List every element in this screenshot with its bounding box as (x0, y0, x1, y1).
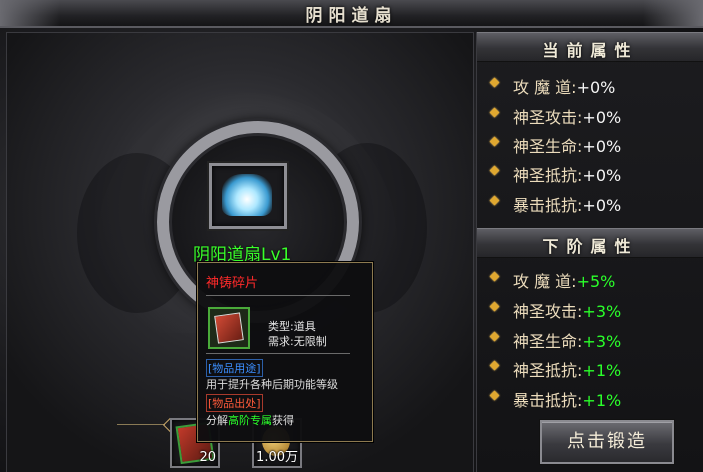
source-highlight: 高阶专属 (228, 414, 272, 427)
bullet-icon (489, 390, 500, 401)
forge-window: 阴阳道扇 阴阳道扇Lv1 20 1.00万 神铸碎片 类型:道具 需求:无限制 … (0, 0, 703, 472)
fan-icon (222, 174, 272, 216)
stat-value: +0% (582, 137, 622, 156)
req-label: 需求: (268, 335, 294, 348)
current-stat: 攻 魔 道:+0% (489, 74, 616, 98)
item-tooltip: 神铸碎片 类型:道具 需求:无限制 [物品用途] 用于提升各种后期功能等级 [物… (197, 262, 373, 442)
stat-label: 攻 魔 道: (513, 272, 577, 291)
stat-label: 神圣攻击: (513, 108, 583, 127)
source-tag: [物品出处] (206, 394, 263, 412)
stat-label: 神圣生命: (513, 137, 583, 156)
tooltip-item-name: 神铸碎片 (206, 276, 259, 291)
bullet-icon (489, 195, 500, 206)
attributes-panel: 当前属性 攻 魔 道:+0% 神圣攻击:+0% 神圣生命:+0% 神圣抵抗:+0… (476, 32, 703, 472)
stat-value: +3% (582, 302, 622, 321)
next-stat: 暴击抵抗:+1% (489, 387, 622, 411)
bullet-icon (489, 107, 500, 118)
tooltip-item-icon (208, 307, 250, 349)
material-count: 20 (199, 450, 216, 465)
stat-label: 神圣攻击: (513, 302, 583, 321)
stat-value: +1% (582, 391, 622, 410)
current-stat: 暴击抵抗:+0% (489, 192, 622, 216)
current-stat: 神圣抵抗:+0% (489, 162, 622, 186)
next-stat: 攻 魔 道:+5% (489, 268, 616, 292)
source-post: 获得 (272, 414, 294, 427)
next-stat: 神圣生命:+3% (489, 328, 622, 352)
bullet-icon (489, 136, 500, 147)
window-title: 阴阳道扇 (305, 6, 398, 26)
bullet-icon (489, 271, 500, 282)
usage-tag: [物品用途] (206, 359, 263, 377)
type-value: 道具 (293, 320, 316, 333)
current-header-text: 当前属性 (542, 41, 639, 60)
req-value: 无限制 (293, 335, 327, 348)
tooltip-requirement: 需求:无限制 (268, 333, 327, 349)
stat-value: +0% (576, 78, 616, 97)
stat-label: 暴击抵抗: (513, 391, 583, 410)
source-text: 分解高阶专属获得 (206, 412, 294, 428)
main-item-slot[interactable] (209, 163, 287, 229)
forge-button[interactable]: 点击锻造 (540, 420, 674, 464)
shard-icon (214, 312, 244, 344)
title-bar: 阴阳道扇 (0, 0, 703, 28)
next-stat: 神圣攻击:+3% (489, 298, 622, 322)
stat-label: 神圣生命: (513, 332, 583, 351)
current-stat: 神圣攻击:+0% (489, 104, 622, 128)
type-label: 类型: (268, 320, 294, 333)
divider-line (117, 424, 165, 425)
current-attributes-header: 当前属性 (477, 32, 703, 62)
bullet-icon (489, 77, 500, 88)
bullet-icon (489, 360, 500, 371)
next-attributes-header: 下阶属性 (477, 228, 703, 258)
stat-value: +0% (582, 166, 622, 185)
stat-value: +1% (582, 361, 622, 380)
stat-label: 神圣抵抗: (513, 361, 583, 380)
stat-value: +0% (582, 108, 622, 127)
current-stat: 神圣生命:+0% (489, 133, 622, 157)
stat-label: 暴击抵抗: (513, 196, 583, 215)
stat-value: +5% (576, 272, 616, 291)
bullet-icon (489, 301, 500, 312)
tooltip-divider (206, 295, 350, 296)
stat-label: 攻 魔 道: (513, 78, 577, 97)
next-header-text: 下阶属性 (542, 237, 639, 256)
bullet-icon (489, 331, 500, 342)
material-count: 1.00万 (256, 450, 298, 465)
bullet-icon (489, 165, 500, 176)
usage-text: 用于提升各种后期功能等级 (206, 378, 338, 391)
stat-label: 神圣抵抗: (513, 166, 583, 185)
next-stat: 神圣抵抗:+1% (489, 357, 622, 381)
tooltip-type: 类型:道具 (268, 318, 316, 334)
stat-value: +3% (582, 332, 622, 351)
stat-value: +0% (582, 196, 622, 215)
tooltip-divider (206, 353, 350, 354)
source-pre: 分解 (206, 414, 228, 427)
